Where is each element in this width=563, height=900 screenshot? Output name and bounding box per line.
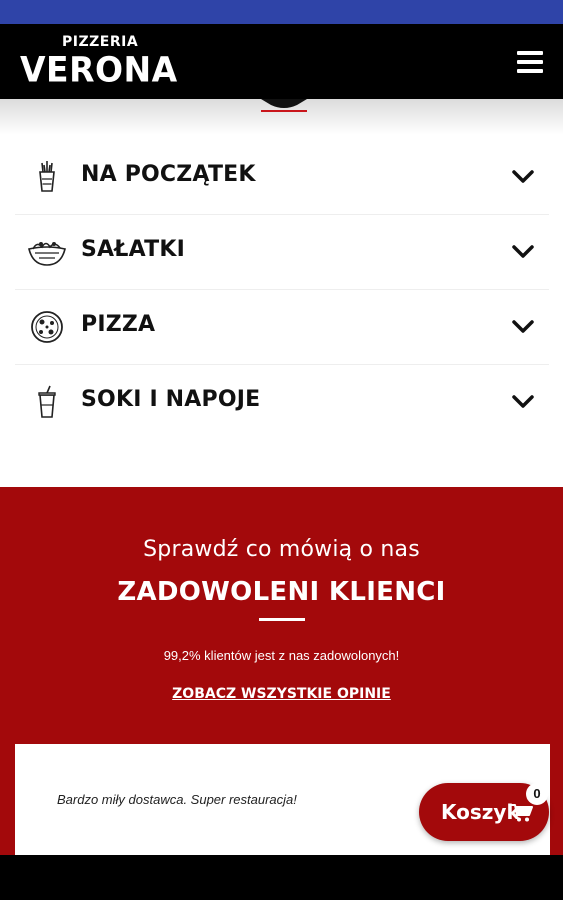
- hamburger-menu-icon[interactable]: [517, 51, 543, 73]
- menu-categories: NA POCZĄTEK SAŁATKI PIZZA SOKI I NAPOJE: [15, 140, 549, 440]
- chevron-down-icon[interactable]: [511, 317, 535, 337]
- chevron-down-icon[interactable]: [511, 242, 535, 262]
- system-nav-bar: [0, 855, 563, 900]
- menu-item-label: NA POCZĄTEK: [81, 162, 256, 187]
- reviews-subtitle: Sprawdź co mówią o nas: [143, 537, 420, 562]
- chevron-down-icon[interactable]: [511, 167, 535, 187]
- review-quote: Bardzo miły dostawca. Super restauracja!: [57, 792, 297, 807]
- salad-bowl-icon: [28, 242, 66, 266]
- cart-count-badge: 0: [526, 783, 548, 805]
- reviews-title: ZADOWOLENI KLIENCI: [117, 577, 446, 607]
- brand-name: VERONA: [20, 49, 178, 90]
- menu-item-drinks[interactable]: SOKI I NAPOJE: [15, 365, 549, 440]
- menu-item-pizza[interactable]: PIZZA: [15, 290, 549, 365]
- brand-logo[interactable]: PIZZERIA VERONA: [20, 34, 190, 90]
- status-bar: [0, 0, 563, 24]
- menu-item-label: SAŁATKI: [81, 237, 185, 262]
- title-divider: [259, 618, 305, 621]
- drink-cup-icon: [38, 385, 56, 418]
- see-all-reviews-link[interactable]: ZOBACZ WSZYSTKIE OPINIE: [172, 686, 391, 702]
- satisfaction-stat: 99,2% klientów jest z nas zadowolonych!: [163, 648, 400, 663]
- menu-item-starters[interactable]: NA POCZĄTEK: [15, 140, 549, 215]
- header-notch-icon: [261, 99, 307, 112]
- chevron-down-icon[interactable]: [511, 392, 535, 412]
- starter-icon: [39, 161, 55, 192]
- menu-item-label: PIZZA: [81, 312, 156, 337]
- brand-small: PIZZERIA: [62, 34, 139, 50]
- header: PIZZERIA VERONA: [0, 24, 563, 99]
- cart-label: Koszyk: [441, 800, 520, 824]
- pizza-icon: [31, 311, 63, 343]
- shopping-cart-icon: [511, 804, 533, 822]
- menu-item-salads[interactable]: SAŁATKI: [15, 215, 549, 290]
- menu-item-label: SOKI I NAPOJE: [81, 387, 261, 412]
